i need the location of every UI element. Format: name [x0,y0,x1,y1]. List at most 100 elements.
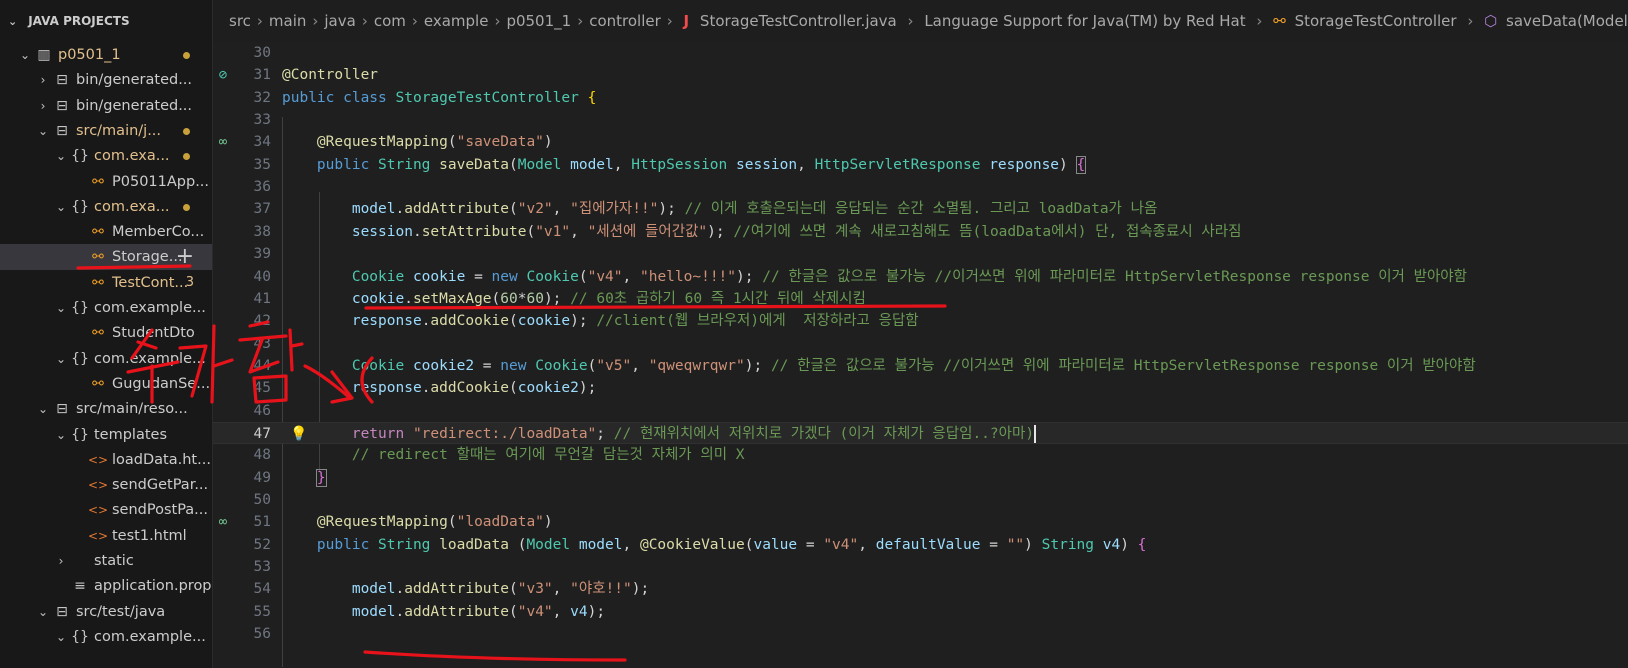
code-line[interactable]: ⊘ 31 @Controller [213,64,1628,86]
code-line[interactable]: 44 Cookie cookie2 = new Cookie("v5", "qw… [213,355,1628,377]
breadcrumb-segment[interactable]: src [229,12,251,30]
tree-item[interactable]: ⌄ ⊟ src/main/reso... [0,396,212,422]
code-token: saveData [439,156,509,173]
code-line[interactable]: 48 // redirect 할때는 여기에 무언갈 담는것 자체가 의미 X [213,444,1628,466]
tree-item[interactable]: › ⊟ bin/generated... [0,67,212,93]
tree-item[interactable]: ⌄ ▥ p0501_1 [0,42,212,68]
code-token: ) [543,134,553,151]
code-line[interactable]: 45 response.addCookie(cookie2); [213,377,1628,399]
tree-item[interactable]: ⌄{} com.example... [0,624,212,650]
tree-item[interactable]: ⚯ GugudanSe... [0,371,212,397]
chevron-down-icon[interactable]: ⌄ [36,396,50,422]
code-token: "v3" [517,581,553,598]
tree-item[interactable]: ⚯ MemberCo... [0,219,212,245]
chevron-down-icon[interactable]: ⌄ [54,346,68,372]
breadcrumb-class[interactable]: StorageTestController [1295,12,1457,30]
package-icon: {} [71,198,89,215]
code-editor[interactable]: 30 ⊘ 31 @Controller 32 public class StorageTe… [213,42,1628,668]
breadcrumb-segment[interactable]: com [374,12,406,30]
code-token: ) [1024,536,1042,553]
chevron-down-icon[interactable]: ⌄ [54,143,68,169]
tree-item[interactable]: <> loadData.ht... [0,447,212,473]
code-text: @RequestMapping("saveData") [282,131,553,153]
tree-item[interactable]: ⚯ Storage... + [0,244,212,271]
code-line[interactable]: 36 [213,176,1628,198]
code-token: "v4" [517,603,553,620]
code-token: ); [570,313,597,330]
tree-item[interactable]: <> test1.html [0,523,212,549]
code-token: response [351,380,422,397]
code-token: "hello~!!!" [639,268,737,285]
tree-item-label: sendGetPar... [112,477,209,494]
sidebar-header[interactable]: ⌄ JAVA PROJECTS [0,0,212,42]
code-line[interactable]: ∞ 51 @RequestMapping("loadData") [213,511,1628,533]
code-line[interactable]: ∞ 34 @RequestMapping("saveData") [213,131,1628,153]
chevron-down-icon[interactable]: ⌄ [54,295,68,321]
code-line[interactable]: 52 public String loadData (Model model, … [213,534,1628,556]
modified-dot-icon [183,127,190,135]
tree-item[interactable]: ⌄{} com.exa... [0,143,212,169]
code-line[interactable]: 40 Cookie cookie = new Cookie("v4", "hel… [213,266,1628,288]
code-line[interactable]: 55 model.addAttribute("v4", v4); [213,601,1628,623]
code-line[interactable]: 39 [213,243,1628,265]
breadcrumb-method[interactable]: saveData(Model, HttpSession, H [1506,12,1628,30]
code-token: @Controller [282,67,379,84]
tree-item[interactable]: <> sendPostPa... [0,497,212,523]
breadcrumb-segment[interactable]: java [324,12,355,30]
tree-item[interactable]: ⚯ P05011App... [0,169,212,195]
code-line[interactable]: 43 [213,333,1628,355]
tree-item[interactable]: ⌄{} com.exa... [0,194,212,220]
chevron-down-icon[interactable]: ⌄ [36,599,50,625]
chevron-down-icon[interactable]: ⌄ [36,118,50,144]
tree-item[interactable]: ⌄{} templates [0,422,212,448]
chevron-right-icon[interactable]: › [54,548,68,574]
code-line[interactable]: 56 [213,623,1628,645]
chevron-down-icon[interactable]: ⌄ [54,194,68,220]
code-line[interactable]: 35 public String saveData(Model model, H… [213,154,1628,176]
tree-item[interactable]: ⌄ ⊟ src/main/j... [0,118,212,144]
breadcrumb-segment[interactable]: controller [589,12,661,30]
chevron-right-icon[interactable]: › [36,67,50,93]
code-token: , [858,536,876,553]
tree-item[interactable]: ≡ application.prop... [0,573,212,599]
code-line[interactable]: 33 [213,109,1628,131]
breadcrumb-segment[interactable]: p0501_1 [506,12,571,30]
package-icon: {} [71,350,89,367]
code-token: , [613,156,632,173]
code-token: , [797,156,815,173]
code-line[interactable]: 38 session.setAttribute("v1", "세션에 들어간값"… [213,221,1628,243]
code-line[interactable]: 32 public class StorageTestController { [213,87,1628,109]
code-line[interactable]: 50 [213,489,1628,511]
tree-item[interactable]: › static [0,548,212,574]
tree-item[interactable]: ⚯ StudentDto [0,320,212,346]
chevron-down-icon[interactable]: ⌄ [18,42,32,68]
chevron-down-icon[interactable]: ⌄ [54,624,68,650]
code-line[interactable]: 💡 47 return "redirect:./loadData"; // 현재위… [213,421,1628,445]
tree-item[interactable]: ⌄{} com.example... [0,346,212,372]
chevron-right-icon[interactable]: › [36,93,50,119]
code-token: Model [517,156,571,173]
tree-item[interactable]: › ⊟ bin/generated... [0,93,212,119]
add-icon[interactable]: + [176,244,194,270]
code-line[interactable]: 37 model.addAttribute("v2", "집에가자!!"); /… [213,198,1628,220]
breadcrumb-language[interactable]: Language Support for Java(TM) by Red Hat [924,12,1245,30]
breadcrumb-segment[interactable]: main [269,12,306,30]
code-line[interactable]: 30 [213,42,1628,64]
tree-item[interactable]: <> sendGetPar... [0,472,212,498]
tree-item[interactable]: ⌄ ⊟ src/test/java [0,599,212,625]
code-line[interactable]: 49 } [213,467,1628,489]
code-line[interactable]: 46 [213,400,1628,422]
code-line[interactable]: 54 model.addAttribute("v3", "야호!!"); [213,578,1628,600]
chevron-down-icon[interactable]: ⌄ [54,422,68,448]
code-line[interactable]: 41 cookie.setMaxAge(60*60); // 60초 곱하기 6… [213,288,1628,310]
tree-item[interactable]: ⚯ TestCont... 3 [0,270,212,296]
code-token: v4 [570,603,588,620]
breadcrumb-file[interactable]: StorageTestController.java [700,12,897,30]
tree-item[interactable]: ⌄{} com.example... [0,295,212,321]
breadcrumb-segment[interactable]: example [424,12,489,30]
code-text: response.addCookie(cookie2); [282,377,596,399]
code-token: "v2" [517,201,553,218]
code-line[interactable]: 53 [213,556,1628,578]
code-line[interactable]: 42 response.addCookie(cookie); //client(… [213,310,1628,332]
